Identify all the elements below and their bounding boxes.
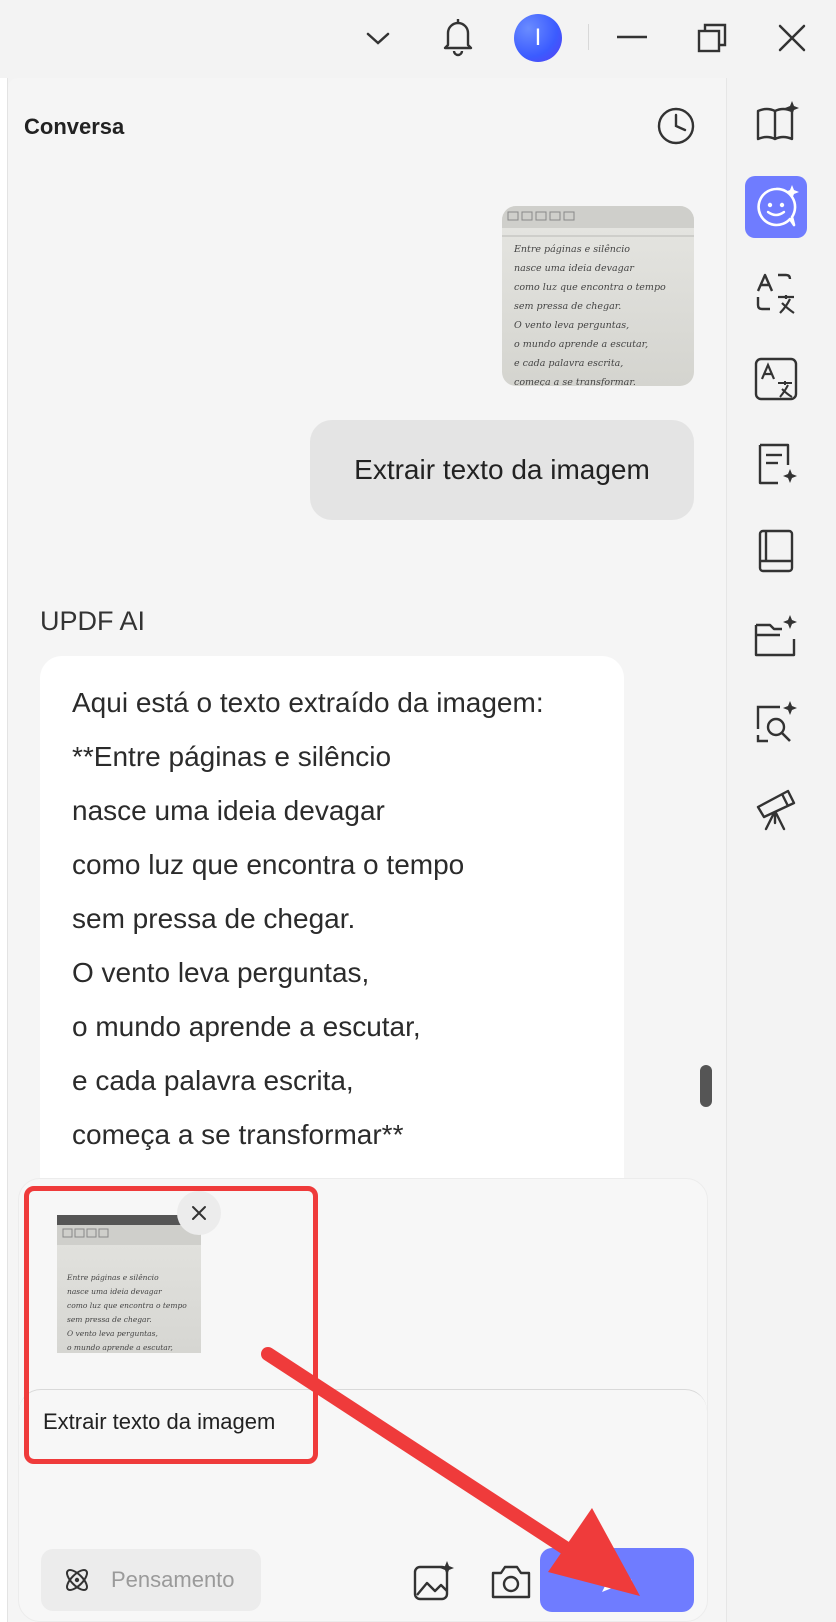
- ai-message-line: Aqui está o texto extraído da imagem:: [72, 687, 544, 718]
- thinking-label: Pensamento: [111, 1567, 235, 1592]
- send-button[interactable]: [540, 1548, 694, 1612]
- ai-message-line: começa a se transformar**: [72, 1119, 404, 1150]
- ai-message-line: **Entre páginas e silêncio: [72, 741, 392, 772]
- camera-icon[interactable]: [489, 1559, 533, 1603]
- atom-icon: [61, 1564, 93, 1596]
- folder-sparkle-icon[interactable]: [745, 606, 807, 668]
- annotation-highlight-box: [24, 1186, 318, 1464]
- ai-message-line: O vento leva perguntas,: [72, 957, 370, 988]
- handwritten-text: Entre páginas e silêncio nasce uma ideia…: [514, 240, 694, 386]
- translate-box-icon[interactable]: [745, 348, 807, 410]
- ai-message-line: e cada palavra escrita,: [72, 1065, 354, 1096]
- restore-icon[interactable]: [692, 18, 732, 58]
- ai-sender-name: UPDF AI: [40, 606, 146, 636]
- handwritten-line: começa a se transformar.: [514, 377, 636, 386]
- handwritten-line: nasce uma ideia devagar: [514, 263, 634, 274]
- divider: [588, 24, 589, 50]
- telescope-icon[interactable]: [745, 778, 807, 840]
- chevron-down-icon[interactable]: [362, 22, 394, 54]
- handwritten-line: e cada palavra escrita,: [514, 358, 624, 369]
- minimize-icon[interactable]: [612, 22, 652, 52]
- bell-icon[interactable]: [438, 14, 478, 58]
- handwritten-line: O vento leva perguntas,: [514, 320, 630, 331]
- avatar[interactable]: I: [514, 14, 562, 62]
- scrollbar-thumb[interactable]: [700, 1065, 712, 1107]
- summarize-icon[interactable]: [745, 434, 807, 496]
- chat-bot-icon[interactable]: [745, 176, 807, 238]
- handwritten-line: como luz que encontra o tempo: [514, 282, 666, 293]
- book-sparkle-icon[interactable]: [745, 92, 807, 154]
- handwritten-line: o mundo aprende a escutar,: [514, 339, 649, 350]
- image-ai-icon[interactable]: [411, 1559, 455, 1603]
- send-icon: [599, 1565, 635, 1595]
- ai-message-line: nasce uma ideia devagar: [72, 795, 385, 826]
- handwritten-line: sem pressa de chegar.: [514, 301, 622, 312]
- user-message-bubble: Extrair texto da imagem: [310, 420, 694, 520]
- search-sparkle-icon[interactable]: [745, 692, 807, 754]
- ai-message-line: sem pressa de chegar.: [72, 903, 356, 934]
- title-bar: I: [0, 0, 836, 78]
- thinking-toggle[interactable]: Pensamento: [41, 1549, 261, 1611]
- ai-message-line: como luz que encontra o tempo: [72, 849, 465, 880]
- close-icon[interactable]: [772, 18, 812, 58]
- ai-message-bubble: Aqui está o texto extraído da imagem: **…: [40, 656, 624, 1210]
- sent-image-thumbnail[interactable]: Entre páginas e silêncio nasce uma ideia…: [502, 206, 694, 386]
- translate-icon[interactable]: [745, 262, 807, 324]
- panel-title: Conversa: [24, 114, 125, 139]
- notebook-icon[interactable]: [745, 520, 807, 582]
- ai-message-line: o mundo aprende a escutar,: [72, 1011, 421, 1042]
- right-toolbar: [726, 78, 836, 1622]
- handwritten-line: Entre páginas e silêncio: [514, 244, 631, 255]
- document-edge: [0, 78, 8, 1622]
- clock-icon[interactable]: [656, 106, 696, 146]
